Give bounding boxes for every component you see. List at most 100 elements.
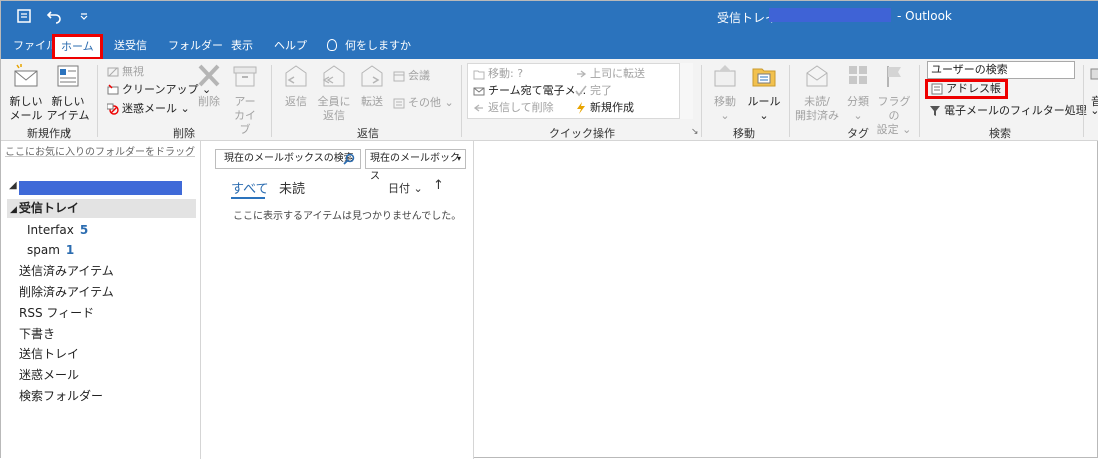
reply-all-label-1: 全員に bbox=[317, 95, 351, 108]
reply-button[interactable]: 返信 bbox=[281, 63, 311, 109]
tab-help[interactable]: ヘルプ bbox=[274, 37, 307, 57]
reply-all-button[interactable]: 全員に 返信 bbox=[315, 63, 353, 123]
folder-deleted-items[interactable]: 削除済みアイテム bbox=[19, 285, 114, 299]
forward-button[interactable]: 転送 bbox=[357, 63, 387, 109]
folder-spam-label: spam bbox=[27, 243, 60, 257]
folder-spam[interactable]: spam 1 bbox=[27, 243, 74, 257]
quick-step-team-email[interactable]: チーム宛て電子メ... bbox=[473, 84, 586, 98]
move-label-2: ⌄ bbox=[720, 109, 730, 122]
forward-label: 転送 bbox=[361, 95, 383, 108]
more-respond-icon bbox=[393, 97, 405, 109]
folder-search-folders[interactable]: 検索フォルダー bbox=[19, 389, 103, 403]
rules-label-1: ルール bbox=[747, 95, 781, 108]
quick-step-move[interactable]: 移動: ? bbox=[473, 67, 523, 81]
quick-step-to-manager[interactable]: 上司に転送 bbox=[575, 67, 645, 81]
search-icon[interactable] bbox=[343, 153, 355, 165]
tab-send-receive[interactable]: 送受信 bbox=[114, 37, 147, 57]
more-respond-button[interactable]: その他 ⌄ bbox=[393, 96, 454, 110]
search-placeholder: 現在のメールボックスの検索 bbox=[224, 153, 354, 164]
tell-me-box[interactable]: 何をしますか bbox=[327, 37, 411, 57]
message-list-pane: 現在のメールボックスの検索 現在のメールボックス ▾ すべて 未読 日付 ⌄ ↑… bbox=[201, 141, 474, 459]
group-separator bbox=[701, 65, 702, 137]
send-receive-all-icon[interactable] bbox=[15, 7, 33, 25]
quick-step-to-manager-label: 上司に転送 bbox=[590, 67, 645, 80]
customize-qat-icon[interactable] bbox=[75, 7, 93, 25]
quick-step-team-email-label: チーム宛て電子メ... bbox=[488, 84, 587, 97]
new-email-button[interactable]: 新しい メール bbox=[9, 63, 43, 123]
quick-access-toolbar bbox=[15, 7, 93, 25]
address-book-label: アドレス帳 bbox=[946, 82, 1001, 95]
account-expand-icon[interactable]: ◢ bbox=[9, 180, 17, 191]
categorize-button[interactable]: 分類 ⌄ bbox=[843, 63, 873, 123]
folder-interfax[interactable]: Interfax 5 bbox=[27, 223, 88, 237]
redacted-account-name bbox=[769, 8, 891, 22]
quick-steps-dialog-launcher-icon[interactable]: ↘ bbox=[691, 127, 699, 137]
title-bar: 受信トレイ - - Outlook bbox=[1, 1, 1098, 33]
folder-inbox-label: 受信トレイ bbox=[18, 201, 79, 215]
chevron-down-icon: ▾ bbox=[456, 154, 461, 163]
quick-step-done[interactable]: 完了 bbox=[575, 84, 612, 98]
folder-junk-email[interactable]: 迷惑メール bbox=[19, 368, 79, 382]
undo-icon[interactable] bbox=[45, 7, 63, 25]
junk-button[interactable]: 迷惑メール ⌄ bbox=[106, 102, 190, 116]
tab-view[interactable]: 表示 bbox=[231, 37, 253, 57]
group-label-find: 検索 bbox=[989, 127, 1011, 140]
folder-sent-items[interactable]: 送信済みアイテム bbox=[19, 264, 114, 278]
quick-step-done-label: 完了 bbox=[590, 84, 612, 97]
unread-count: 1 bbox=[65, 243, 75, 257]
sort-direction-arrow[interactable]: ↑ bbox=[433, 178, 444, 193]
ignore-icon bbox=[107, 66, 119, 78]
new-mail-icon bbox=[14, 64, 38, 87]
folder-rss-feeds[interactable]: RSS フィード bbox=[19, 306, 94, 320]
unread-read-label-1: 未読/ bbox=[804, 95, 830, 108]
group-label-delete: 削除 bbox=[173, 127, 195, 140]
archive-label-1: アー bbox=[234, 95, 256, 108]
reply-icon bbox=[285, 65, 307, 87]
outlook-window: 受信トレイ - - Outlook ファイル ホーム 送受信 フォルダー 表示 … bbox=[0, 0, 1098, 459]
move-folder-icon bbox=[473, 68, 485, 80]
folder-drafts[interactable]: 下書き bbox=[19, 327, 55, 341]
quick-step-reply-delete[interactable]: 返信して削除 bbox=[473, 101, 554, 115]
new-email-label-1: 新しい bbox=[9, 95, 43, 108]
move-icon bbox=[714, 65, 736, 87]
group-separator bbox=[1083, 65, 1084, 137]
filter-all-tab[interactable]: すべて bbox=[231, 178, 269, 197]
quick-step-create-new[interactable]: 新規作成 bbox=[575, 101, 634, 115]
filter-email-button[interactable]: 電子メールのフィルター処理 ⌄ bbox=[929, 104, 1098, 118]
delete-button[interactable]: 削除 bbox=[195, 63, 223, 109]
ignore-button[interactable]: 無視 bbox=[107, 65, 144, 79]
inbox-expand-icon[interactable]: ◢ bbox=[10, 205, 17, 215]
unread-read-button[interactable]: 未読/ 開封済み bbox=[795, 63, 839, 123]
folder-outbox[interactable]: 送信トレイ bbox=[19, 347, 79, 361]
junk-label: 迷惑メール ⌄ bbox=[122, 102, 190, 115]
address-book-button[interactable]: アドレス帳 bbox=[925, 79, 1008, 99]
mailbox-search-input[interactable]: 現在のメールボックスの検索 bbox=[215, 149, 361, 169]
sort-by-dropdown[interactable]: 日付 ⌄ bbox=[388, 180, 423, 196]
move-button[interactable]: 移動 ⌄ bbox=[709, 63, 741, 123]
filter-unread-tab[interactable]: 未読 bbox=[279, 178, 305, 197]
tab-folder[interactable]: フォルダー bbox=[168, 37, 223, 57]
speech-icon[interactable] bbox=[1089, 67, 1098, 85]
group-label-quick-steps: クイック操作 bbox=[549, 127, 615, 140]
quick-steps-scrollbar[interactable] bbox=[679, 63, 693, 119]
filter-funnel-icon bbox=[929, 105, 941, 117]
archive-icon bbox=[233, 66, 257, 87]
group-label-new: 新規作成 bbox=[27, 127, 71, 140]
redacted-account[interactable] bbox=[19, 181, 182, 195]
follow-up-button[interactable]: フラグの 設定 ⌄ bbox=[875, 63, 913, 137]
quick-step-create-new-label: 新規作成 bbox=[590, 101, 634, 114]
folder-inbox[interactable]: ◢ 受信トレイ bbox=[7, 199, 196, 218]
meeting-icon bbox=[393, 70, 405, 82]
search-people-input[interactable]: ユーザーの検索 bbox=[927, 61, 1075, 79]
new-items-label-1: 新しい bbox=[51, 95, 85, 108]
tell-me-label: 何をしますか bbox=[345, 39, 411, 52]
tab-file[interactable]: ファイル bbox=[13, 37, 57, 57]
tab-home[interactable]: ホーム bbox=[52, 34, 103, 60]
new-items-icon bbox=[57, 65, 79, 87]
rules-button[interactable]: ルール ⌄ bbox=[747, 63, 781, 123]
unread-read-label-2: 開封済み bbox=[795, 109, 839, 122]
unread-count: 5 bbox=[79, 223, 89, 237]
archive-button[interactable]: アー カイブ bbox=[229, 63, 261, 137]
meeting-button[interactable]: 会議 bbox=[393, 69, 430, 83]
search-scope-dropdown[interactable]: 現在のメールボックス ▾ bbox=[365, 149, 466, 182]
